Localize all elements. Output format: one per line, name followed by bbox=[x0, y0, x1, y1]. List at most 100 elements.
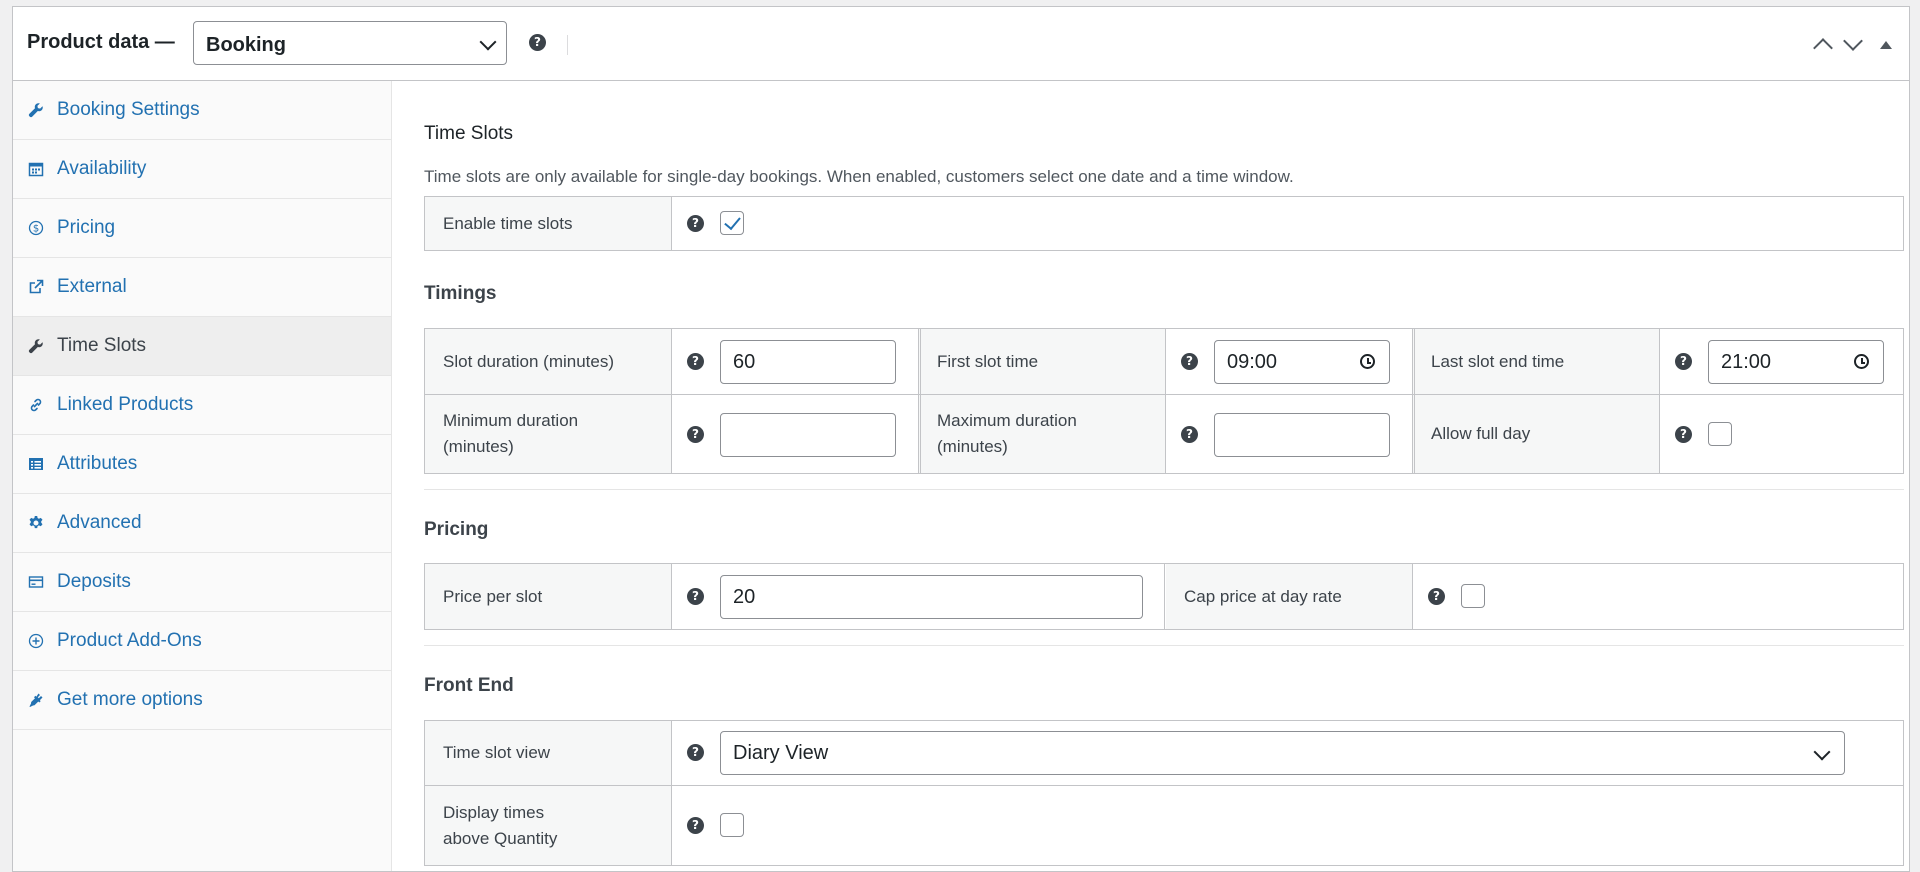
tab-label: Linked Products bbox=[57, 394, 194, 415]
label-line: Maximum duration bbox=[937, 411, 1077, 430]
label-line: Display times bbox=[443, 802, 545, 822]
field-label: Maximum duration (minutes) bbox=[919, 395, 1165, 473]
tab-label: Time Slots bbox=[57, 335, 147, 356]
help-icon[interactable]: ? bbox=[687, 817, 704, 834]
field-label: First slot time bbox=[919, 329, 1165, 394]
time-value: 21:00 bbox=[1721, 351, 1772, 373]
tab-label: Advanced bbox=[57, 512, 142, 533]
section-title-timings: Timings bbox=[424, 283, 497, 304]
tab-product-add-ons[interactable]: Product Add-Ons bbox=[13, 612, 391, 671]
front-end-table: Time slot view Display times above Quant… bbox=[424, 720, 1904, 866]
wrench-icon bbox=[27, 337, 45, 355]
clock-icon[interactable] bbox=[1360, 354, 1375, 369]
divider bbox=[671, 721, 672, 865]
label-line: (minutes) bbox=[937, 437, 1008, 456]
tab-external[interactable]: External bbox=[13, 258, 391, 317]
help-icon[interactable]: ? bbox=[1428, 588, 1445, 605]
clock-icon[interactable] bbox=[1854, 354, 1869, 369]
help-icon[interactable]: ? bbox=[687, 353, 704, 370]
last-slot-end-time-input[interactable]: 21:00 bbox=[1708, 340, 1884, 384]
divider bbox=[1412, 329, 1413, 473]
section-title-front-end: Front End bbox=[424, 675, 514, 696]
list-icon bbox=[27, 455, 45, 473]
tab-label: Attributes bbox=[57, 453, 138, 474]
gear-icon bbox=[27, 514, 45, 532]
tab-get-more-options[interactable]: Get more options bbox=[13, 671, 391, 730]
product-type-select[interactable]: Booking bbox=[193, 21, 507, 65]
select-value: Diary View bbox=[733, 742, 829, 764]
time-slots-description: Time slots are only available for single… bbox=[424, 167, 1294, 186]
tab-advanced[interactable]: Advanced bbox=[13, 494, 391, 553]
field-label: Last slot end time bbox=[1413, 329, 1659, 394]
tab-deposits[interactable]: Deposits bbox=[13, 553, 391, 612]
field-label: Allow full day bbox=[1413, 395, 1659, 473]
help-icon[interactable]: ? bbox=[1675, 426, 1692, 443]
timings-table: Slot duration (minutes) First slot time … bbox=[424, 328, 1904, 474]
divider bbox=[425, 394, 1903, 395]
divider bbox=[425, 785, 1903, 786]
pricing-table: Price per slot ? 20 Cap price at day rat… bbox=[424, 563, 1904, 630]
product-data-panel: Product data — Booking ? Booking Setting… bbox=[12, 6, 1910, 872]
help-icon[interactable]: ? bbox=[1181, 353, 1198, 370]
panel-title: Product data — bbox=[27, 31, 175, 53]
enable-time-slots-row: Enable time slots ? bbox=[424, 196, 1904, 251]
price-per-slot-input[interactable]: 20 bbox=[720, 575, 1143, 619]
wrench-icon bbox=[27, 101, 45, 119]
field-label: Slot duration (minutes) bbox=[425, 329, 671, 394]
panel-header: Product data — Booking ? bbox=[13, 7, 1909, 81]
chevron-down-icon bbox=[1843, 31, 1863, 51]
chevron-down-icon bbox=[479, 33, 497, 51]
section-divider bbox=[424, 489, 1904, 490]
tab-pricing[interactable]: $ Pricing bbox=[13, 199, 391, 258]
tab-booking-settings[interactable]: Booking Settings bbox=[13, 81, 391, 140]
allow-full-day-checkbox[interactable] bbox=[1708, 422, 1732, 446]
display-times-checkbox[interactable] bbox=[720, 813, 744, 837]
time-value: 09:00 bbox=[1227, 351, 1278, 373]
divider bbox=[1164, 564, 1165, 629]
tab-availability[interactable]: Availability bbox=[13, 140, 391, 199]
toggle-panel-button[interactable] bbox=[1870, 29, 1902, 61]
slot-duration-input[interactable]: 60 bbox=[720, 340, 896, 384]
enable-time-slots-checkbox[interactable] bbox=[720, 211, 744, 235]
help-icon[interactable]: ? bbox=[529, 34, 546, 51]
cap-price-checkbox[interactable] bbox=[1461, 584, 1485, 608]
tab-label: Get more options bbox=[57, 689, 203, 710]
section-title-pricing: Pricing bbox=[424, 519, 489, 540]
chevron-down-icon bbox=[1813, 743, 1831, 761]
divider bbox=[1659, 329, 1660, 473]
divider bbox=[1412, 564, 1413, 629]
help-icon[interactable]: ? bbox=[1675, 353, 1692, 370]
maximum-duration-input[interactable] bbox=[1214, 413, 1390, 457]
tab-label: Pricing bbox=[57, 217, 116, 238]
triangle-up-icon bbox=[1880, 41, 1892, 49]
help-icon[interactable]: ? bbox=[1181, 426, 1198, 443]
time-slot-view-select[interactable]: Diary View bbox=[720, 731, 1845, 775]
divider bbox=[567, 35, 568, 55]
product-data-tabs: Booking Settings Availability $ Pricing … bbox=[13, 81, 392, 871]
tab-label: Availability bbox=[57, 158, 147, 179]
product-type-value: Booking bbox=[206, 34, 286, 56]
tab-attributes[interactable]: Attributes bbox=[13, 435, 391, 494]
card-icon bbox=[27, 573, 45, 591]
help-icon[interactable]: ? bbox=[687, 426, 704, 443]
divider bbox=[918, 329, 919, 473]
tab-linked-products[interactable]: Linked Products bbox=[13, 376, 391, 435]
label-line: Minimum duration bbox=[443, 411, 579, 430]
field-label: Cap price at day rate bbox=[1166, 564, 1412, 629]
divider bbox=[671, 564, 672, 629]
help-icon[interactable]: ? bbox=[687, 215, 704, 232]
field-label: Time slot view bbox=[425, 721, 671, 785]
divider bbox=[671, 329, 672, 473]
move-down-button[interactable] bbox=[1837, 29, 1869, 61]
help-icon[interactable]: ? bbox=[687, 744, 704, 761]
minimum-duration-input[interactable] bbox=[720, 413, 896, 457]
first-slot-time-input[interactable]: 09:00 bbox=[1214, 340, 1390, 384]
tab-time-slots[interactable]: Time Slots bbox=[13, 317, 391, 376]
tab-label: Deposits bbox=[57, 571, 131, 592]
help-icon[interactable]: ? bbox=[687, 588, 704, 605]
tab-label: Booking Settings bbox=[57, 99, 200, 120]
move-up-button[interactable] bbox=[1807, 29, 1839, 61]
field-label: Price per slot bbox=[425, 564, 671, 629]
field-label: Minimum duration (minutes) bbox=[425, 395, 671, 473]
label-line: above Quantity bbox=[443, 828, 558, 848]
